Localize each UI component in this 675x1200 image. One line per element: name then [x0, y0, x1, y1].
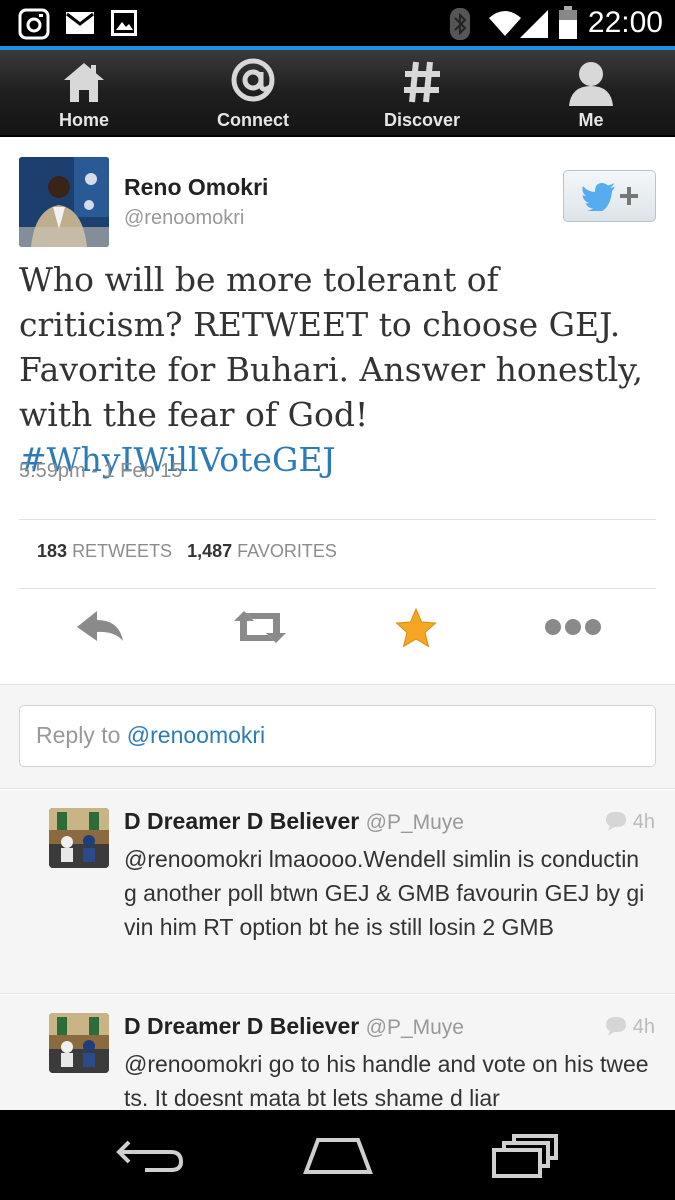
more-button[interactable] — [543, 607, 603, 655]
retweet-icon — [230, 611, 290, 651]
retweets-label[interactable]: RETWEETS — [72, 541, 172, 561]
bluetooth-icon — [450, 8, 470, 45]
image-icon — [111, 10, 137, 41]
author-handle[interactable]: @renoomokri — [124, 207, 244, 230]
reply-prefix: Reply to — [36, 722, 127, 748]
person-icon — [567, 58, 615, 111]
retweets-count[interactable]: 183 — [37, 541, 67, 561]
favorites-label[interactable]: FAVORITES — [237, 541, 337, 561]
divider — [19, 588, 656, 589]
home-icon — [61, 60, 107, 109]
system-nav-bar — [0, 1110, 675, 1200]
author-name[interactable]: Reno Omokri — [124, 174, 268, 201]
favorite-button[interactable] — [394, 607, 454, 655]
list-item[interactable]: D Dreamer D Believer @P_Muye 4h @renoomo… — [0, 790, 675, 994]
reply-age: 4h — [605, 1016, 655, 1039]
tweet-author: Reno Omokri @renoomokri — [19, 157, 659, 247]
battery-icon — [558, 6, 578, 45]
status-bar: 22:00 — [0, 0, 675, 48]
retweet-button[interactable] — [230, 607, 290, 655]
nav-home-label: Home — [58, 110, 109, 130]
reply-text: @renoomokri go to his handle and vote on… — [124, 1051, 649, 1110]
reply-author-handle: @P_Muye — [365, 1016, 464, 1039]
home-nav-icon[interactable] — [302, 1136, 374, 1181]
hash-icon — [402, 60, 442, 109]
top-nav: Home Connect Discover Me — [0, 50, 675, 136]
tweet-detail: Reno Omokri @renoomokri Who will be more… — [0, 137, 675, 1110]
reply-button[interactable] — [75, 607, 135, 655]
nav-discover[interactable]: Discover — [338, 50, 506, 136]
avatar[interactable] — [19, 157, 109, 247]
tweet-text: Who will be more tolerant of criticism? … — [19, 257, 659, 482]
tweet-body: Who will be more tolerant of criticism? … — [19, 260, 644, 434]
twitter-bird-icon — [582, 183, 616, 216]
nav-home[interactable]: Home — [0, 50, 168, 136]
nav-discover-label: Discover — [383, 110, 461, 130]
reply-author-name: D Dreamer D Believer — [124, 1013, 360, 1039]
reply-author-handle: @P_Muye — [365, 811, 464, 834]
reply-mention: @renoomokri — [126, 722, 266, 748]
conversation-icon — [605, 811, 633, 833]
reply-age-text: 4h — [632, 811, 655, 833]
email-icon — [66, 12, 94, 39]
nav-connect[interactable]: Connect — [169, 50, 337, 136]
star-icon — [394, 607, 438, 653]
reply-text: @renoomokri lmaoooo.Wendell simlin is co… — [124, 846, 645, 940]
list-item[interactable]: D Dreamer D Believer @P_Muye 4h @renoomo… — [0, 995, 675, 1110]
favorites-count[interactable]: 1,487 — [187, 541, 232, 561]
avatar[interactable] — [49, 1013, 109, 1073]
reply-author-name: D Dreamer D Believer — [124, 808, 360, 834]
reply-compose-area: Reply to @renoomokri — [0, 684, 675, 789]
reply-icon — [75, 611, 127, 651]
signal-icon — [518, 8, 550, 45]
reply-age-text: 4h — [632, 1016, 655, 1038]
reply-author[interactable]: D Dreamer D Believer @P_Muye — [124, 808, 464, 835]
conversation-icon — [605, 1016, 633, 1038]
plus-icon — [618, 185, 640, 212]
reply-age: 4h — [605, 811, 655, 834]
at-icon — [229, 56, 277, 109]
reply-input[interactable]: Reply to @renoomokri — [19, 705, 656, 767]
back-icon[interactable] — [115, 1138, 185, 1179]
divider — [19, 519, 656, 520]
nav-connect-label: Connect — [217, 110, 289, 130]
nav-me-label: Me — [578, 110, 604, 130]
instagram-icon — [18, 8, 50, 45]
tweet-actions — [0, 597, 675, 667]
follow-button[interactable] — [563, 170, 656, 222]
clock: 22:00 — [587, 6, 663, 39]
tweet-timestamp: 5:59pm - 1 Feb 15 — [19, 460, 183, 482]
recent-apps-icon[interactable] — [492, 1134, 558, 1183]
avatar[interactable] — [49, 808, 109, 868]
more-dots-icon — [543, 619, 603, 651]
reply-author[interactable]: D Dreamer D Believer @P_Muye — [124, 1013, 464, 1040]
tweet-stats: 183 RETWEETS 1,487 FAVORITES — [37, 541, 337, 562]
nav-me[interactable]: Me — [507, 50, 675, 136]
